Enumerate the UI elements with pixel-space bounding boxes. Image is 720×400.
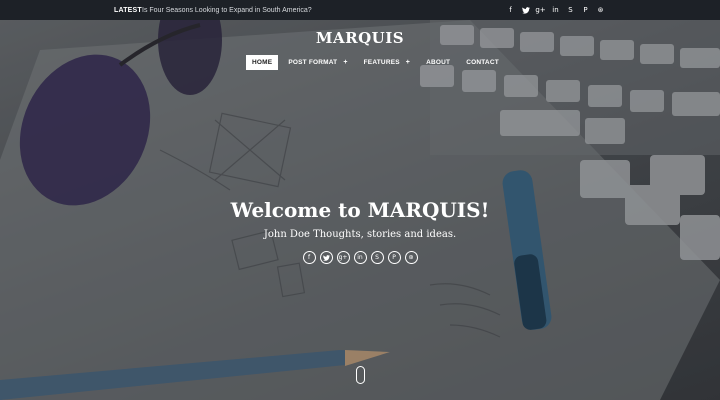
submenu-plus-icon: + (343, 59, 348, 66)
nav-item-features[interactable]: FEATURES + (358, 55, 416, 70)
top-social-links: f g+ in S P ⊛ (505, 5, 606, 16)
pinterest-icon[interactable]: P (387, 251, 401, 264)
nav-item-contact[interactable]: CONTACT (460, 55, 505, 70)
facebook-icon[interactable]: f (302, 251, 316, 264)
dribbble-icon[interactable]: ⊛ (595, 5, 606, 16)
latest-headline-link[interactable]: Is Four Seasons Looking to Expand in Sou… (142, 7, 312, 14)
google-plus-icon[interactable]: g+ (535, 5, 546, 16)
latest-label: LATEST (114, 6, 142, 14)
twitter-icon[interactable] (520, 5, 531, 16)
scroll-down-icon[interactable] (356, 366, 365, 384)
facebook-icon[interactable]: f (505, 5, 516, 16)
site-logo[interactable]: MARQUIS (0, 29, 720, 47)
nav-item-label: FEATURES (363, 59, 400, 66)
linkedin-icon[interactable]: in (550, 5, 561, 16)
pinterest-icon[interactable]: P (580, 5, 591, 16)
nav-item-label: CONTACT (466, 59, 499, 66)
hero-social-links: f g+ in S P ⊛ (0, 251, 720, 264)
skype-icon[interactable]: S (565, 5, 576, 16)
nav-item-about[interactable]: ABOUT (420, 55, 456, 70)
skype-icon[interactable]: S (370, 251, 384, 264)
hero-section: MARQUIS HOME POST FORMAT + FEATURES + AB… (0, 20, 720, 400)
linkedin-icon[interactable]: in (353, 251, 367, 264)
dribbble-icon[interactable]: ⊛ (404, 251, 418, 264)
nav-item-label: ABOUT (426, 59, 451, 66)
nav-item-home[interactable]: HOME (246, 55, 279, 70)
nav-item-post-format[interactable]: POST FORMAT + (282, 55, 353, 70)
main-navigation: HOME POST FORMAT + FEATURES + ABOUT CONT… (246, 55, 505, 70)
google-plus-icon[interactable]: g+ (336, 251, 350, 264)
hero-tagline: John Doe Thoughts, stories and ideas. (263, 229, 457, 240)
hero-title: Welcome to MARQUIS! (230, 198, 490, 222)
nav-item-label: POST FORMAT (288, 59, 338, 66)
submenu-plus-icon: + (405, 59, 411, 66)
top-bar: LATEST Is Four Seasons Looking to Expand… (0, 0, 720, 20)
twitter-icon[interactable] (319, 251, 333, 264)
nav-item-label: HOME (252, 59, 273, 66)
